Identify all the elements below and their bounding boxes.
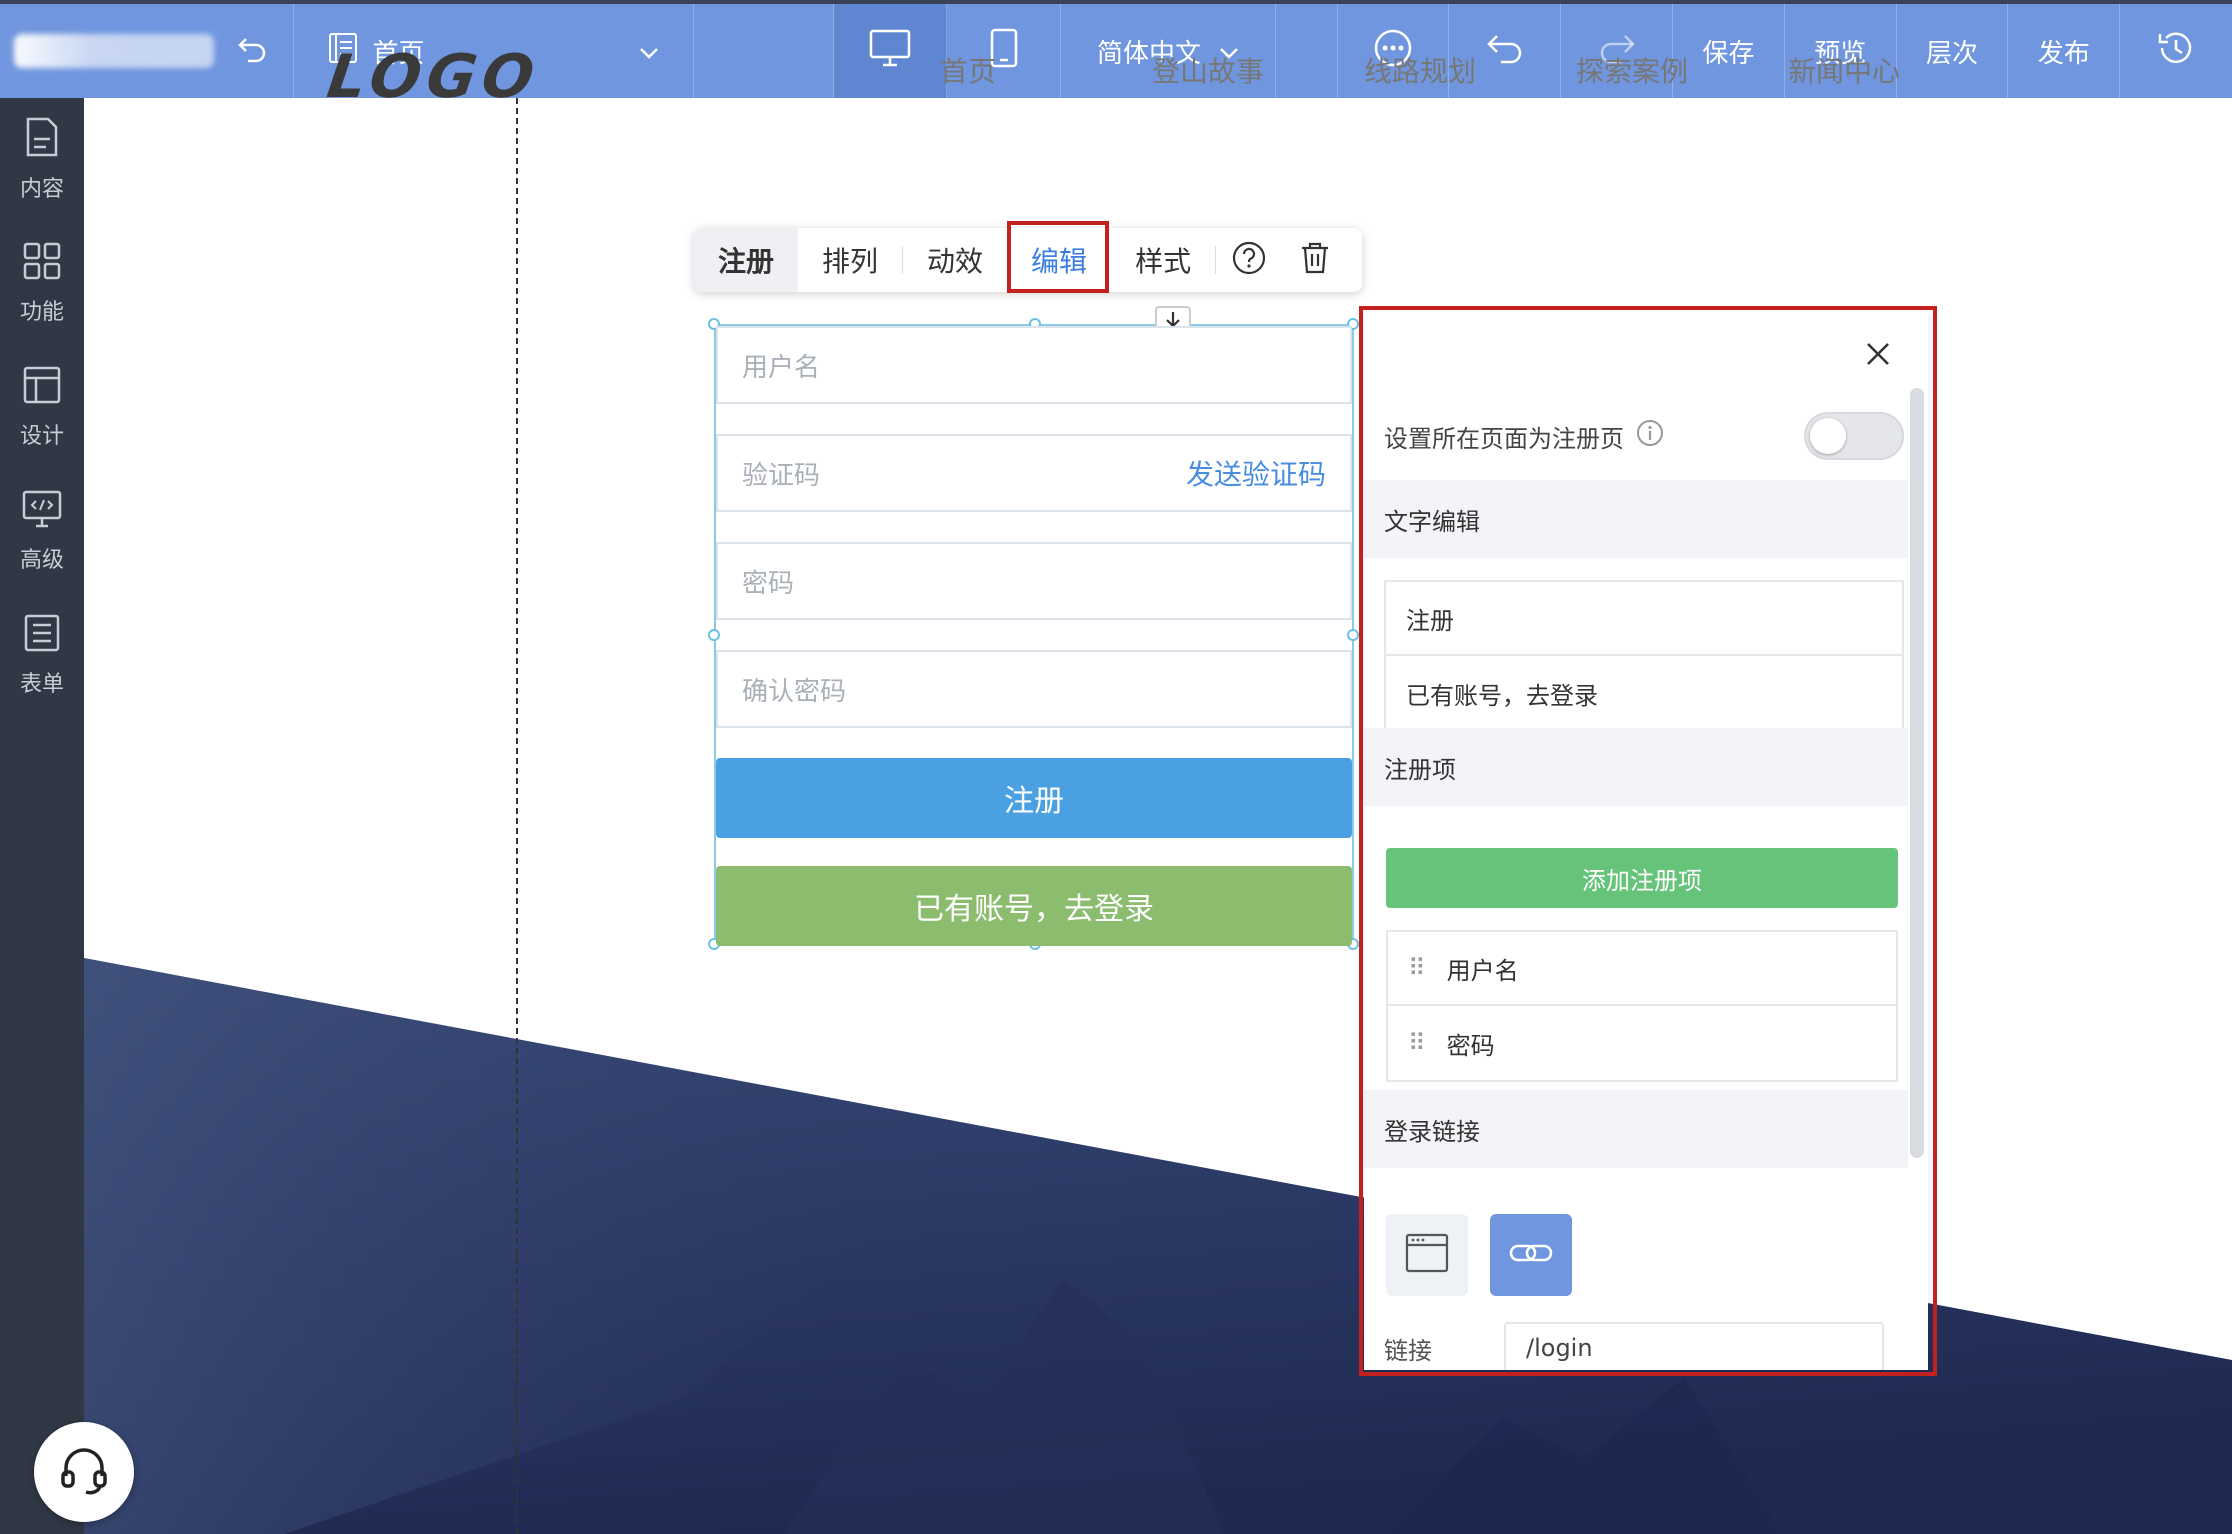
history-icon: [2156, 28, 2196, 75]
sidebar-item-label: 内容: [19, 177, 64, 202]
trash-icon: [1299, 241, 1331, 279]
desktop-icon: [869, 29, 911, 74]
site-nav-cases[interactable]: 探索案例: [1576, 50, 1788, 90]
sidebar-item-label: 表单: [19, 672, 64, 697]
password-placeholder: 密码: [742, 568, 795, 599]
chevron-down-icon: [639, 36, 659, 66]
layout-icon: [23, 366, 61, 410]
confirm-password-input[interactable]: 确认密码: [716, 650, 1352, 728]
site-nav-home[interactable]: 首页: [940, 50, 1152, 90]
go-login-button[interactable]: 已有账号，去登录: [716, 866, 1352, 946]
sidebar-item-label: 功能: [19, 300, 64, 325]
brand-area: [0, 4, 295, 98]
register-button[interactable]: 注册: [716, 758, 1352, 838]
code-placeholder: 验证码: [742, 460, 821, 491]
toolbar-spacer: [694, 4, 834, 98]
animation-button[interactable]: 动效: [903, 228, 1007, 292]
document-icon: [24, 117, 60, 163]
form-selection-outline: [714, 324, 1354, 944]
arrange-button[interactable]: 排列: [798, 228, 902, 292]
publish-button[interactable]: 发布: [2008, 4, 2121, 98]
site-nav-stories[interactable]: 登山故事: [1152, 50, 1364, 90]
sidebar-item-label: 设计: [19, 424, 64, 449]
password-input[interactable]: 密码: [716, 542, 1352, 620]
code-monitor-icon: [22, 490, 62, 534]
publish-label: 发布: [2037, 38, 2090, 69]
sidebar-item-advanced[interactable]: 高级: [0, 470, 84, 594]
site-nav-routes[interactable]: 线路规划: [1364, 50, 1576, 90]
alignment-guide: [516, 98, 518, 1534]
site-navigation: 首页 登山故事 线路规划 探索案例 新闻中心: [940, 50, 2000, 90]
resize-handle[interactable]: [1347, 629, 1359, 641]
form-list-icon: [24, 614, 60, 658]
confirm-password-placeholder: 确认密码: [742, 676, 847, 707]
help-icon: [1232, 241, 1266, 279]
grid-icon: [23, 242, 61, 286]
verification-code-input[interactable]: 验证码 发送验证码: [716, 434, 1352, 512]
desktop-view-button[interactable]: [833, 4, 948, 98]
sidebar-item-forms[interactable]: 表单: [0, 594, 84, 718]
help-button[interactable]: [1216, 228, 1282, 292]
customer-support-button[interactable]: [34, 1422, 134, 1522]
headset-icon: [56, 1442, 112, 1502]
sidebar-item-content[interactable]: 内容: [0, 98, 84, 222]
edit-highlight-box: [1007, 221, 1109, 293]
left-sidebar: 内容 功能 设计 高级 表单: [0, 98, 84, 1534]
sidebar-item-features[interactable]: 功能: [0, 222, 84, 346]
panel-highlight-box: [1359, 306, 1937, 1376]
sidebar-item-label: 高级: [19, 548, 64, 573]
delete-button[interactable]: [1282, 228, 1348, 292]
history-button[interactable]: [2120, 4, 2232, 98]
element-type-label[interactable]: 注册: [694, 228, 799, 292]
sidebar-item-design[interactable]: 设计: [0, 346, 84, 470]
site-logo: LOGO: [323, 42, 545, 112]
undo-back-icon[interactable]: [236, 31, 270, 72]
site-nav-news[interactable]: 新闻中心: [1788, 50, 2000, 90]
brand-logo-blurred: [14, 34, 214, 68]
username-placeholder: 用户名: [742, 352, 821, 383]
send-code-link[interactable]: 发送验证码: [1186, 453, 1326, 493]
username-input[interactable]: 用户名: [716, 326, 1352, 404]
resize-handle[interactable]: [708, 629, 720, 641]
style-button[interactable]: 样式: [1111, 228, 1215, 292]
